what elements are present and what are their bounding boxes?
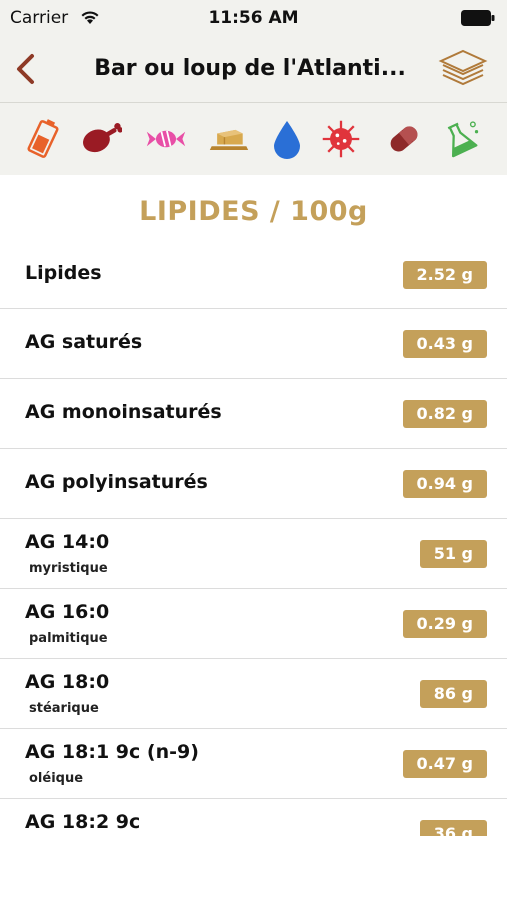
status-time: 11:56 AM xyxy=(208,8,299,28)
nutrient-list: Lipides 2.52 g AG saturés 0.43 g AG mono… xyxy=(0,240,507,836)
back-button[interactable] xyxy=(10,50,44,88)
virus-icon[interactable] xyxy=(320,117,362,161)
battery-icon[interactable] xyxy=(22,117,64,161)
nutrient-row[interactable]: AG 16:0 palmitique 0.29 g xyxy=(0,589,507,659)
nutrient-row[interactable]: AG 18:1 9c (n-9) oléique 0.47 g xyxy=(0,729,507,799)
status-bar: Carrier 11:56 AM xyxy=(0,0,507,36)
nutrient-row[interactable]: AG 18:2 9c 36 g xyxy=(0,799,507,836)
category-bar xyxy=(0,103,507,175)
nutrient-sublabel: stéarique xyxy=(29,701,99,716)
nutrient-sublabel: myristique xyxy=(29,561,108,576)
nutrient-label: AG 18:2 9c xyxy=(25,811,141,833)
nutrient-row[interactable]: Lipides 2.52 g xyxy=(0,240,507,309)
nutrient-label: AG 14:0 xyxy=(25,531,110,553)
butter-icon[interactable] xyxy=(208,117,250,161)
flask-icon[interactable] xyxy=(440,117,482,161)
layers-icon[interactable] xyxy=(437,47,489,91)
nutrient-label: AG saturés xyxy=(25,331,143,353)
nutrient-label: AG monoinsaturés xyxy=(25,401,222,423)
nutrient-value-badge: 86 g xyxy=(419,680,487,708)
nutrient-value-badge: 0.82 g xyxy=(402,400,487,428)
navigation-bar: Bar ou loup de l'Atlanti... xyxy=(0,36,507,103)
nutrient-label: Lipides xyxy=(25,262,102,284)
nutrient-row[interactable]: AG 18:0 stéarique 86 g xyxy=(0,659,507,729)
pill-icon[interactable] xyxy=(383,117,425,161)
nutrient-value-badge: 0.43 g xyxy=(402,330,487,358)
nutrient-value-badge: 0.47 g xyxy=(402,750,487,778)
nutrient-value-badge: 0.94 g xyxy=(402,470,487,498)
nutrient-row[interactable]: AG 14:0 myristique 51 g xyxy=(0,519,507,589)
nutrient-row[interactable]: AG monoinsaturés 0.82 g xyxy=(0,379,507,449)
nutrient-label: AG 18:1 9c (n-9) xyxy=(25,741,199,763)
page-title: Bar ou loup de l'Atlanti... xyxy=(94,56,406,81)
battery-icon xyxy=(461,10,495,26)
nutrient-sublabel: palmitique xyxy=(29,631,108,646)
nutrient-label: AG 16:0 xyxy=(25,601,110,623)
nutrient-value-badge: 36 g xyxy=(419,820,487,836)
section-title: LIPIDES / 100g xyxy=(139,196,368,227)
nutrient-value-badge: 51 g xyxy=(419,540,487,568)
nutrient-label: AG 18:0 xyxy=(25,671,110,693)
nutrient-label: AG polyinsaturés xyxy=(25,471,208,493)
water-drop-icon[interactable] xyxy=(266,117,308,161)
nutrient-row[interactable]: AG polyinsaturés 0.94 g xyxy=(0,449,507,519)
nutrient-value-badge: 0.29 g xyxy=(402,610,487,638)
nutrient-sublabel: oléique xyxy=(29,771,84,786)
meat-icon[interactable] xyxy=(80,117,122,161)
candy-icon[interactable] xyxy=(145,117,187,161)
nutrient-value-badge: 2.52 g xyxy=(402,261,487,289)
nutrient-row[interactable]: AG saturés 0.43 g xyxy=(0,309,507,379)
